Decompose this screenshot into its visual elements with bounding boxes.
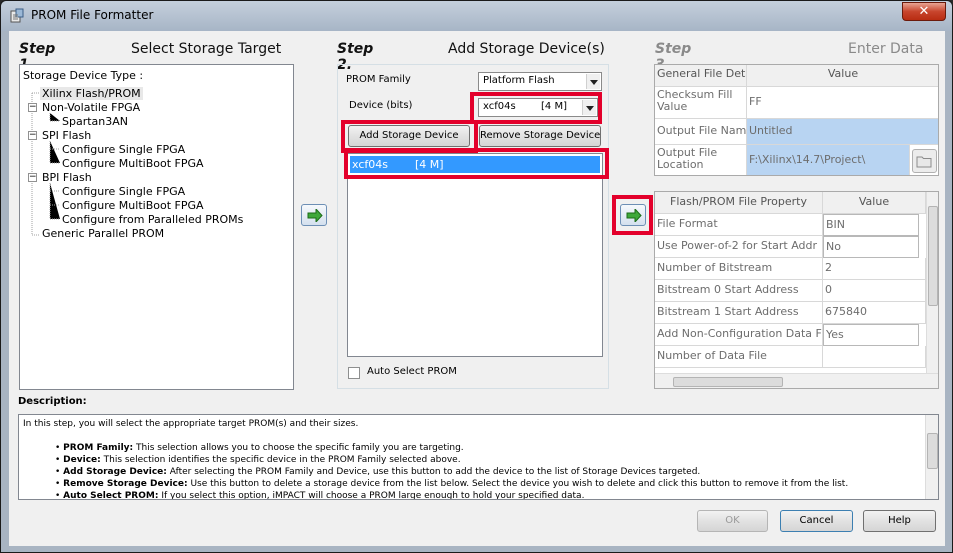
row-checksum-name: Checksum Fill Value [655,87,747,119]
step2-title: Add Storage Device(s) [448,41,605,57]
property-vertical-scrollbar[interactable] [926,192,938,373]
non-config-select[interactable]: Yes [823,324,919,346]
power-of-2-select[interactable]: No [823,236,919,258]
collapse-icon[interactable]: − [28,131,37,140]
scrollbar-thumb[interactable] [673,377,783,387]
close-icon: ✕ [918,4,930,19]
bitstream1-address-value[interactable]: 675840 [823,302,926,324]
cancel-button[interactable]: Cancel [780,510,853,532]
chevron-down-icon[interactable] [586,74,600,89]
num-bitstream-value[interactable]: 2 [823,258,926,280]
help-button[interactable]: Help [863,510,936,532]
auto-select-checkbox[interactable] [348,367,360,379]
row-checksum-value[interactable]: FF [747,87,938,119]
storage-device-list[interactable]: xcf04s [4 M] [347,153,603,357]
step3-title: Enter Data [848,41,924,57]
auto-select-label: Auto Select PROM [367,366,457,377]
arrow-right-icon [307,209,323,222]
highlight-device-select [470,92,602,124]
prom-family-select[interactable]: Platform Flash [478,72,602,91]
prom-file-formatter-window: PROM File Formatter ✕ Step 1. Select Sto… [0,0,953,553]
folder-icon [916,156,932,168]
tree-item-spartan3an[interactable]: Spartan3AN [62,115,128,128]
output-file-location-field[interactable]: F:\Xilinx\14.7\Project\ [747,145,910,175]
arrow-right-icon [626,209,642,222]
window-title: PROM File Formatter [31,8,154,22]
ok-button[interactable]: OK [697,510,768,532]
title-bar[interactable]: PROM File Formatter ✕ [1,1,952,31]
row-output-name-label: Output File Name [655,119,747,145]
browse-folder-button[interactable] [912,149,937,173]
tree-item-spi-multiboot-fpga[interactable]: Configure MultiBoot FPGA [62,157,204,170]
prop-bitstream0-label: Bitstream 0 Start Address [655,280,823,302]
property-header-name: Flash/PROM File Property [655,192,823,214]
tree-item-bpi-multiboot-fpga[interactable]: Configure MultiBoot FPGA [62,199,204,212]
collapse-icon[interactable]: − [28,173,37,182]
tree-item-bpi-flash[interactable]: BPI Flash [42,171,92,184]
scrollbar-thumb[interactable] [927,433,938,469]
description-bullet: • Auto Select PROM: If you select this o… [55,491,585,500]
description-intro: In this step, you will select the approp… [23,419,359,429]
tree-item-generic-parallel-prom[interactable]: Generic Parallel PROM [42,227,164,240]
row-output-location-label: Output File Location [655,145,747,175]
device-label: Device (bits) [349,100,413,111]
tree-item-xilinx-flash-prom[interactable]: Xilinx Flash/PROM [40,87,143,100]
app-icon [10,8,24,23]
prop-num-data-file-label: Number of Data File [655,346,823,368]
file-format-select[interactable]: BIN [823,214,919,236]
general-header-name: General File Detai [655,65,747,87]
collapse-icon[interactable]: − [28,103,37,112]
description-box[interactable]: In this step, you will select the approp… [18,414,939,500]
property-header-value: Value [823,192,926,214]
description-bullet: • PROM Family: This selection allows you… [55,443,464,453]
tree-item-paralleled-proms[interactable]: Configure from Paralleled PROMs [62,213,243,226]
prop-bitstream1-label: Bitstream 1 Start Address [655,302,823,324]
highlight-device-list-item [344,148,609,179]
storage-device-tree[interactable]: Storage Device Type : Xilinx Flash/PROM … [19,64,294,390]
description-label: Description: [18,396,87,407]
prom-family-label: PROM Family [346,74,411,85]
prom-family-value: Platform Flash [483,75,555,86]
prop-non-config-label: Add Non-Configuration Data Files [655,324,823,346]
next-step2-button[interactable] [301,204,327,226]
remove-storage-device-button[interactable]: Remove Storage Device [479,125,601,147]
prop-file-format-label: File Format [655,214,823,236]
close-button[interactable]: ✕ [902,2,946,21]
dialog-client: Step 1. Select Storage Target Storage De… [9,31,945,546]
tree-item-bpi-single-fpga[interactable]: Configure Single FPGA [62,185,185,198]
general-header-value: Value [747,65,938,87]
tree-item-non-volatile-fpga[interactable]: Non-Volatile FPGA [42,101,140,114]
num-data-file-value[interactable] [823,346,926,368]
output-file-name-field[interactable]: Untitled [747,119,938,145]
description-bullet: • Add Storage Device: After selecting th… [55,467,701,477]
next-step3-button[interactable] [620,204,646,226]
step1-title: Select Storage Target [131,41,282,57]
general-file-details-table[interactable]: General File Detai Value Checksum Fill V… [654,64,939,176]
description-bullet: • Device: This selection identifies the … [55,455,461,465]
bitstream0-address-value[interactable]: 0 [823,280,926,302]
tree-item-spi-flash[interactable]: SPI Flash [42,129,91,142]
flash-prom-property-table[interactable]: Flash/PROM File Property Value File Form… [654,191,939,389]
property-horizontal-scrollbar[interactable] [655,373,938,388]
prop-num-bitstream-label: Number of Bitstream [655,258,823,280]
description-scrollbar[interactable] [925,415,938,499]
scrollbar-thumb[interactable] [928,206,938,306]
description-bullet: • Remove Storage Device: Use this button… [55,479,849,489]
tree-item-spi-single-fpga[interactable]: Configure Single FPGA [62,143,185,156]
prop-power-of-2-label: Use Power-of-2 for Start Addr [655,236,823,258]
